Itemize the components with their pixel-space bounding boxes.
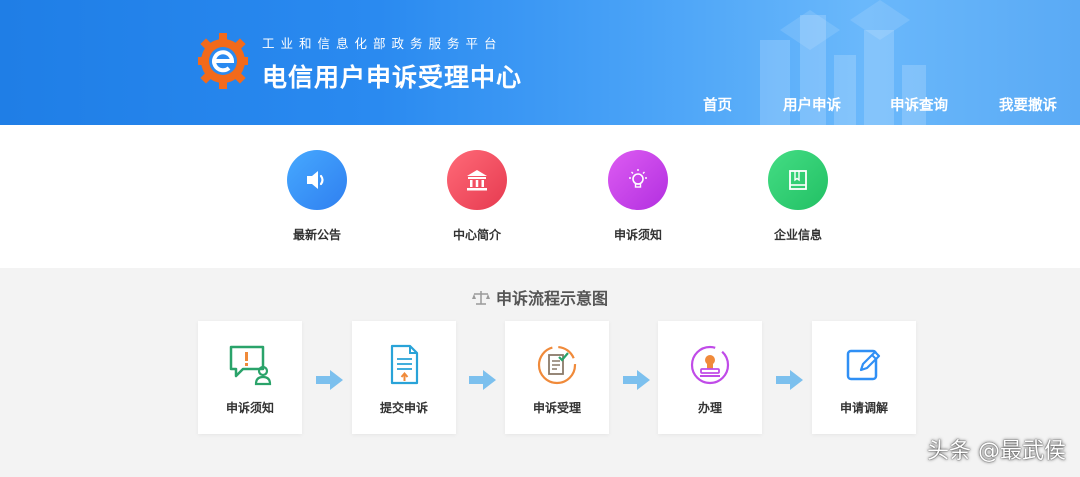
arrow-right-icon (623, 370, 650, 390)
quick-link-announcements[interactable]: 最新公告 (267, 150, 367, 243)
quick-link-label: 中心简介 (452, 228, 501, 242)
arrow-right-icon (316, 370, 343, 390)
process-step-label: 申诉受理 (532, 401, 581, 415)
site-subtitle: 工业和信息化部政务服务平台 (262, 36, 503, 51)
process-step-notice: 申诉须知 (198, 321, 302, 434)
site-title: 电信用户申诉受理中心 (262, 63, 523, 92)
process-title-text: 申诉流程示意图 (495, 289, 608, 308)
quick-links: 最新公告 中心简介 申诉须知 企业信息 (0, 125, 1080, 268)
nav-user-complaint[interactable]: 用户申诉 (783, 94, 841, 115)
nav-home[interactable]: 首页 (703, 94, 732, 115)
scale-icon (471, 291, 490, 305)
arrow-right-icon (469, 370, 496, 390)
process-title: 申诉流程示意图 (0, 285, 1080, 309)
speaker-icon (307, 171, 324, 189)
quick-link-label: 申诉须知 (613, 228, 662, 242)
quick-link-label: 最新公告 (292, 228, 341, 242)
stamp-icon (690, 345, 730, 385)
watermark: 头条 @最武侯 (927, 439, 1066, 464)
nav-withdraw-complaint[interactable]: 我要撤诉 (999, 94, 1057, 115)
process-step-mediation: 申请调解 (812, 321, 916, 434)
e-gear-logo-icon (198, 33, 248, 89)
quick-link-center-intro[interactable]: 中心简介 (427, 150, 527, 243)
site-header: 工业和信息化部政务服务平台 电信用户申诉受理中心 首页 用户申诉 申诉查询 我要… (0, 0, 1080, 125)
process-step-accept: 申诉受理 (505, 321, 609, 434)
process-step-handle: 办理 (658, 321, 762, 434)
process-step-submit: 提交申诉 (352, 321, 456, 434)
book-icon (789, 170, 807, 190)
process-step-label: 申请调解 (839, 401, 888, 415)
process-step-label: 提交申诉 (379, 401, 428, 415)
quick-link-label: 企业信息 (773, 228, 822, 242)
edit-icon (846, 349, 881, 381)
lightbulb-icon (629, 169, 647, 188)
arrow-right-icon (776, 370, 803, 390)
process-step-label: 申诉须知 (225, 401, 274, 415)
submit-document-icon (390, 344, 419, 385)
process-step-label: 办理 (697, 401, 722, 415)
quick-link-enterprise-info[interactable]: 企业信息 (748, 150, 848, 243)
building-icon (467, 170, 487, 191)
nav-complaint-query[interactable]: 申诉查询 (890, 94, 948, 115)
complaint-process-section: 申诉流程示意图 申诉须知 提交申诉 申诉受理 办理 申请调解 (0, 268, 1080, 477)
accept-document-icon (537, 345, 577, 385)
quick-link-complaint-notice[interactable]: 申诉须知 (588, 150, 688, 243)
notice-chat-icon (229, 345, 272, 386)
